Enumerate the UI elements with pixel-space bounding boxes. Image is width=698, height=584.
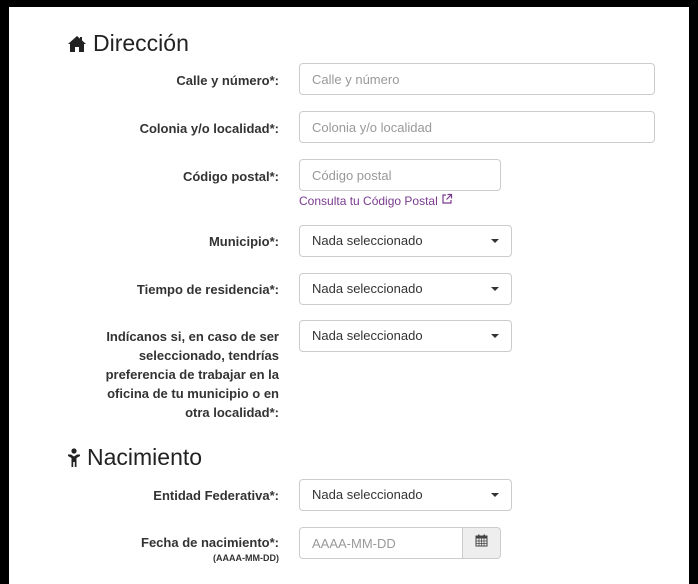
external-link-icon [441, 193, 453, 208]
section-title-text: Nacimiento [87, 444, 203, 470]
entidad-label: Entidad Federativa*: [153, 488, 279, 503]
colonia-label: Colonia y/o localidad*: [139, 121, 279, 136]
cp-lookup-link[interactable]: Consulta tu Código Postal [299, 193, 453, 208]
residencia-select-value: Nada seleccionado [312, 281, 423, 296]
municipio-select-value: Nada seleccionado [312, 233, 423, 248]
caret-down-icon [491, 493, 499, 497]
residencia-select[interactable]: Nada seleccionado [299, 273, 512, 305]
section-title-text: Dirección [93, 30, 189, 56]
cp-label: Código postal*: [182, 169, 279, 184]
fecha-label: Fecha de nacimiento*: (AAAA-MM-DD) [19, 533, 279, 565]
calle-input[interactable] [299, 63, 655, 95]
colonia-input[interactable] [299, 111, 655, 143]
fecha-format-hint: (AAAA-MM-DD) [213, 553, 279, 563]
calle-label: Calle y número*: [176, 73, 279, 88]
municipio-label: Municipio*: [208, 234, 279, 249]
fecha-input-group [299, 527, 501, 559]
caret-down-icon [491, 287, 499, 291]
residencia-label: Tiempo de residencia*: [136, 282, 279, 297]
person-icon [67, 447, 81, 468]
cp-input[interactable] [299, 159, 501, 191]
preferencia-label: Indícanos si, en caso de ser seleccionad… [105, 329, 279, 420]
fecha-label-text: Fecha de nacimiento*: [141, 535, 279, 550]
form-panel: Dirección Calle y número*: Colonia y/o l… [9, 7, 689, 584]
home-icon [67, 35, 87, 53]
caret-down-icon [491, 334, 499, 338]
caret-down-icon [491, 239, 499, 243]
calendar-button[interactable] [462, 527, 501, 559]
municipio-select[interactable]: Nada seleccionado [299, 225, 512, 257]
section-title-direccion: Dirección [67, 30, 189, 57]
preferencia-select-value: Nada seleccionado [312, 328, 423, 343]
section-title-nacimiento: Nacimiento [67, 444, 202, 471]
entidad-select[interactable]: Nada seleccionado [299, 479, 512, 511]
calendar-icon [475, 534, 488, 552]
fecha-input[interactable] [299, 527, 463, 559]
entidad-select-value: Nada seleccionado [312, 487, 423, 502]
preferencia-select[interactable]: Nada seleccionado [299, 320, 512, 352]
cp-lookup-link-text: Consulta tu Código Postal [299, 193, 438, 208]
